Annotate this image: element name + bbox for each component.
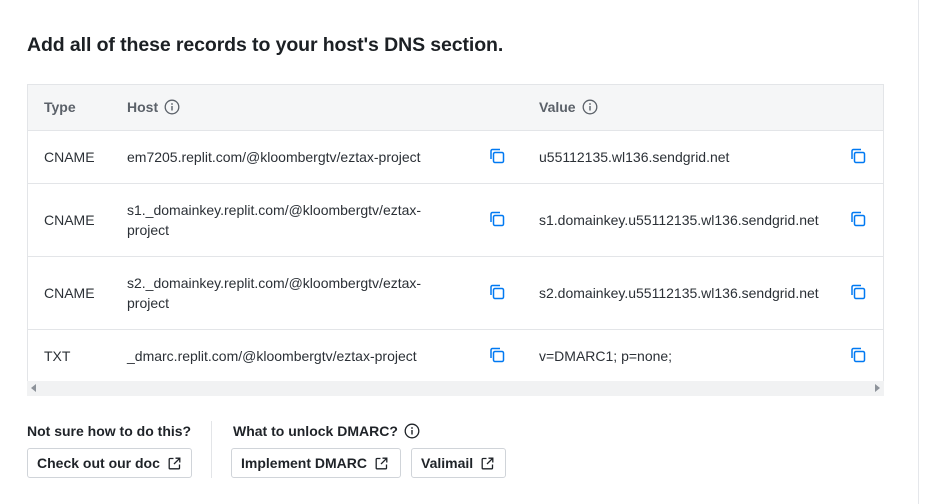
scroll-left-icon[interactable]: [31, 384, 36, 392]
external-link-icon: [481, 457, 494, 470]
record-value: s1.domainkey.u55112135.wl136.sendgrid.ne…: [539, 211, 819, 228]
table-row: CNAME em7205.replit.com/@kloombergtv/ezt…: [28, 130, 883, 184]
record-type: CNAME: [44, 148, 95, 165]
record-host: s2._domainkey.replit.com/@kloombergtv/ez…: [127, 274, 422, 311]
external-link-icon: [375, 457, 388, 470]
page-title: Add all of these records to your host's …: [27, 34, 504, 56]
record-value: s2.domainkey.u55112135.wl136.sendgrid.ne…: [539, 284, 819, 301]
record-host: _dmarc.replit.com/@kloombergtv/eztax-pro…: [127, 347, 417, 364]
check-out-doc-button[interactable]: Check out our doc: [27, 448, 192, 478]
copy-value-icon[interactable]: [849, 210, 867, 228]
table-row: TXT _dmarc.replit.com/@kloombergtv/eztax…: [28, 329, 883, 382]
dmarc-info-icon[interactable]: [404, 423, 420, 439]
divider: [211, 421, 212, 478]
record-type: CNAME: [44, 211, 95, 228]
valimail-button[interactable]: Valimail: [411, 448, 506, 478]
copy-value-icon[interactable]: [849, 147, 867, 165]
doc-question-label: Not sure how to do this?: [27, 423, 192, 439]
implement-dmarc-label: Implement DMARC: [241, 455, 368, 471]
copy-value-icon[interactable]: [849, 346, 867, 364]
dmarc-question: What to unlock DMARC?: [233, 423, 420, 439]
copy-host-icon[interactable]: [488, 283, 506, 301]
table-row: CNAME s2._domainkey.replit.com/@kloomber…: [28, 256, 883, 330]
host-info-icon[interactable]: [164, 99, 180, 115]
copy-host-icon[interactable]: [488, 210, 506, 228]
column-header-value-label: Value: [539, 99, 576, 115]
record-value: v=DMARC1; p=none;: [539, 347, 673, 364]
value-info-icon[interactable]: [582, 99, 598, 115]
dmarc-question-label: What to unlock DMARC?: [233, 423, 398, 439]
record-value: u55112135.wl136.sendgrid.net: [539, 148, 730, 165]
column-header-host-label: Host: [127, 99, 159, 115]
table-header: Type Host Value: [28, 85, 883, 131]
copy-host-icon[interactable]: [488, 346, 506, 364]
dns-records-table: Type Host Value CNAME em7205.replit.com/…: [27, 84, 884, 396]
implement-dmarc-button[interactable]: Implement DMARC: [231, 448, 401, 478]
right-rail: [918, 0, 940, 504]
table-row: CNAME s1._domainkey.replit.com/@kloomber…: [28, 183, 883, 257]
external-link-icon: [168, 457, 181, 470]
column-header-host: Host: [127, 99, 180, 115]
column-header-type-label: Type: [44, 99, 76, 115]
copy-value-icon[interactable]: [849, 283, 867, 301]
record-host: em7205.replit.com/@kloombergtv/eztax-pro…: [127, 148, 421, 165]
record-type: TXT: [44, 347, 71, 364]
column-header-value: Value: [539, 99, 598, 115]
record-type: CNAME: [44, 284, 95, 301]
horizontal-scrollbar[interactable]: [27, 381, 884, 396]
record-host: s1._domainkey.replit.com/@kloombergtv/ez…: [127, 201, 422, 238]
column-header-type: Type: [44, 99, 76, 115]
scroll-right-icon[interactable]: [875, 384, 880, 392]
check-out-doc-label: Check out our doc: [37, 455, 160, 471]
valimail-label: Valimail: [421, 455, 474, 471]
copy-host-icon[interactable]: [488, 147, 506, 165]
